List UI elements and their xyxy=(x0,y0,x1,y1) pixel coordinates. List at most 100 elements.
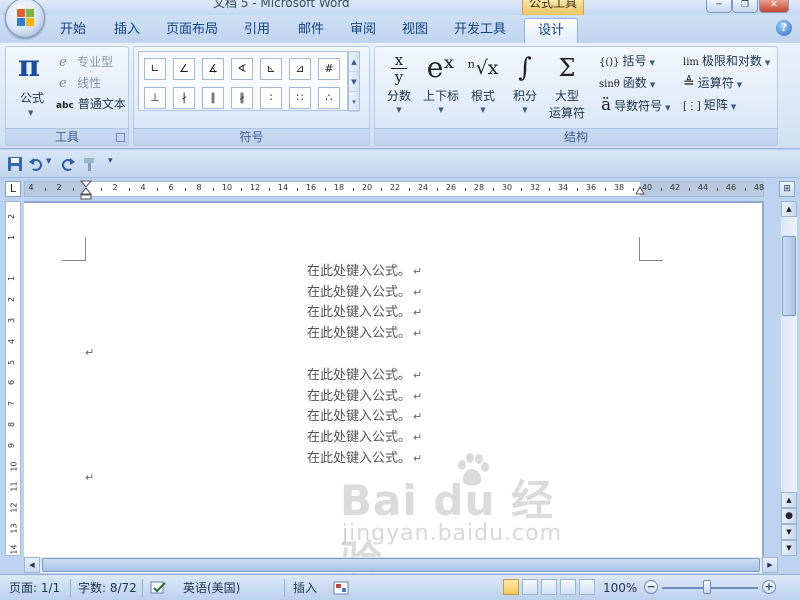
print-layout-view-button[interactable] xyxy=(503,579,519,595)
tab-home[interactable]: 开始 xyxy=(52,17,94,43)
gallery-up-arrow-icon[interactable]: ▲ xyxy=(349,52,359,72)
equation-placeholder[interactable]: 在此处键入公式。 ↵ xyxy=(307,301,422,322)
view-ruler-icon[interactable]: ⊞ xyxy=(779,181,795,197)
right-indent-marker-icon[interactable] xyxy=(635,186,645,196)
professional-button[interactable]: e 专业型 xyxy=(59,53,113,73)
large-operator-button[interactable]: Σ 大型 运算符 xyxy=(545,49,589,121)
scroll-right-arrow-icon[interactable]: ▶ xyxy=(762,557,778,573)
minimize-button[interactable]: ─ xyxy=(706,0,732,13)
language-indicator[interactable]: 英语(美国) xyxy=(183,579,240,597)
page-count[interactable]: 页面: 1/1 xyxy=(9,579,60,597)
proofing-check-icon[interactable] xyxy=(150,580,168,596)
indent-marker-icon[interactable] xyxy=(80,180,92,200)
gallery-down-arrow-icon[interactable]: ▼ xyxy=(349,72,359,92)
equation-placeholder[interactable]: 在此处键入公式。 ↵ xyxy=(307,405,422,426)
gallery-more-icon[interactable]: ▾ xyxy=(349,92,359,112)
zoom-in-button[interactable]: + xyxy=(762,580,776,594)
word-count[interactable]: 字数: 8/72 xyxy=(78,579,137,597)
tab-insert[interactable]: 插入 xyxy=(106,17,148,43)
zoom-out-button[interactable]: − xyxy=(644,580,658,594)
symbol-proportion[interactable]: ∷ xyxy=(289,87,311,109)
function-button[interactable]: sinθ 函数 ▼ xyxy=(599,73,655,93)
linear-button[interactable]: e 线性 xyxy=(59,74,101,94)
scroll-left-arrow-icon[interactable]: ◀ xyxy=(24,557,40,573)
vertical-scrollbar[interactable]: ▲ ▲ ● ▼ ▼ xyxy=(781,201,797,556)
symbol-not-parallel[interactable]: ∦ xyxy=(231,87,253,109)
bracket-icon: {()} xyxy=(599,57,620,68)
outline-view-button[interactable] xyxy=(560,579,576,595)
web-layout-view-button[interactable] xyxy=(541,579,557,595)
horizontal-scrollbar[interactable]: ◀ ▶ xyxy=(24,557,778,573)
symbol-angle[interactable]: ∠ xyxy=(173,58,195,80)
operator-button[interactable]: ≜ 运算符 ▼ xyxy=(683,73,742,93)
equation-placeholder[interactable]: 在此处键入公式。 ↵ xyxy=(307,260,422,281)
equation-pi-icon[interactable]: π xyxy=(18,49,40,84)
zoom-level[interactable]: 100% xyxy=(603,579,637,597)
scroll-down-arrow-icon[interactable]: ▲ xyxy=(781,492,797,508)
symbol-parallel[interactable]: ∥ xyxy=(202,87,224,109)
save-icon[interactable] xyxy=(7,156,23,172)
symbol-therefore[interactable]: ∴ xyxy=(318,87,340,109)
next-page-icon[interactable]: ▼ xyxy=(781,524,797,540)
redo-icon[interactable] xyxy=(60,156,76,172)
undo-dropdown-arrow-icon[interactable]: ▼ xyxy=(46,157,51,165)
horizontal-scroll-thumb[interactable] xyxy=(42,558,760,572)
tab-design[interactable]: 设计 xyxy=(524,18,578,43)
select-browse-object-icon[interactable]: ● xyxy=(781,508,797,524)
restore-button[interactable]: ❐ xyxy=(732,0,758,13)
scroll-down-end-arrow-icon[interactable]: ▼ xyxy=(781,540,797,556)
limit-log-button[interactable]: lim 极限和对数 ▼ xyxy=(683,51,770,71)
equation-placeholder[interactable]: 在此处键入公式。 ↵ xyxy=(307,447,422,468)
symbol-measured-angle[interactable]: ∡ xyxy=(202,58,224,80)
insert-mode-indicator[interactable]: 插入 xyxy=(293,579,317,597)
equation-placeholder[interactable]: 在此处键入公式。 ↵ xyxy=(307,426,422,447)
tab-developer[interactable]: 开发工具 xyxy=(448,17,512,43)
ruler-number: 46 xyxy=(725,183,737,192)
symbol-spherical-angle[interactable]: ∢ xyxy=(231,58,253,80)
equation-button-label[interactable]: 公式 xyxy=(20,89,44,106)
tab-selector-button[interactable]: L xyxy=(5,181,21,197)
tab-review[interactable]: 审阅 xyxy=(342,17,384,43)
limit-icon: lim xyxy=(683,57,699,68)
tab-page-layout[interactable]: 页面布局 xyxy=(160,17,224,43)
symbol-perpendicular[interactable]: ⊥ xyxy=(144,87,166,109)
symbol-right-angle[interactable]: ∟ xyxy=(144,58,166,80)
vertical-ruler[interactable]: 2 1 1 2 3 4 5 6 7 8 9 10 11 12 13 14 xyxy=(5,201,21,556)
symbol-ratio[interactable]: ∶ xyxy=(260,87,282,109)
customize-qat-icon[interactable]: ▾ xyxy=(108,156,113,166)
tab-mailings[interactable]: 邮件 xyxy=(290,17,332,43)
tools-dialog-launcher-icon[interactable] xyxy=(116,133,125,142)
zoom-slider-thumb[interactable] xyxy=(703,580,711,594)
undo-icon[interactable] xyxy=(28,156,44,172)
matrix-button[interactable]: [⋮] 矩阵 ▼ xyxy=(683,95,736,115)
help-icon[interactable]: ? xyxy=(776,20,792,36)
tab-references[interactable]: 引用 xyxy=(236,17,278,43)
accent-button[interactable]: ä 导数符号 ▼ xyxy=(601,95,671,115)
horizontal-ruler[interactable]: 4 2 2 4 6 8 10 12 14 16 18 20 22 24 26 28 30 32 34 36 38 40 42… xyxy=(24,180,764,200)
normal-text-button[interactable]: abc 普通文本 xyxy=(56,95,126,115)
macro-record-icon[interactable] xyxy=(333,580,349,596)
vertical-scroll-thumb[interactable] xyxy=(782,236,796,316)
equation-placeholder[interactable]: 在此处键入公式。 ↵ xyxy=(307,281,422,302)
symbol-hash[interactable]: # xyxy=(318,58,340,80)
full-screen-reading-view-button[interactable] xyxy=(522,579,538,595)
radical-button[interactable]: ⁿ√x 根式 ▼ xyxy=(465,49,501,114)
equation-placeholder[interactable]: 在此处键入公式。 ↵ xyxy=(307,385,422,406)
integral-button[interactable]: ∫ 积分 ▼ xyxy=(507,49,543,114)
symbols-gallery-scroll[interactable]: ▲ ▼ ▾ xyxy=(348,51,360,112)
equation-placeholder[interactable]: 在此处键入公式。 ↵ xyxy=(307,364,422,385)
symbol-right-angle-arc[interactable]: ⊾ xyxy=(260,58,282,80)
format-painter-icon[interactable] xyxy=(82,156,98,172)
script-button[interactable]: eˣ 上下标 ▼ xyxy=(419,49,463,114)
fraction-button[interactable]: x y 分数 ▼ xyxy=(381,49,417,115)
tab-view[interactable]: 视图 xyxy=(394,17,436,43)
equation-placeholder[interactable]: 在此处键入公式。 ↵ xyxy=(307,322,422,343)
close-button[interactable]: ✕ xyxy=(759,0,789,13)
scroll-up-arrow-icon[interactable]: ▲ xyxy=(781,201,797,217)
bracket-button[interactable]: {()} 括号 ▼ xyxy=(599,51,655,71)
equation-text: 在此处键入公式。 xyxy=(307,326,412,341)
equation-dropdown-arrow-icon[interactable]: ▼ xyxy=(28,109,33,117)
draft-view-button[interactable] xyxy=(579,579,595,595)
symbol-right-triangle[interactable]: ⊿ xyxy=(289,58,311,80)
symbol-does-not-divide[interactable]: ∤ xyxy=(173,87,195,109)
